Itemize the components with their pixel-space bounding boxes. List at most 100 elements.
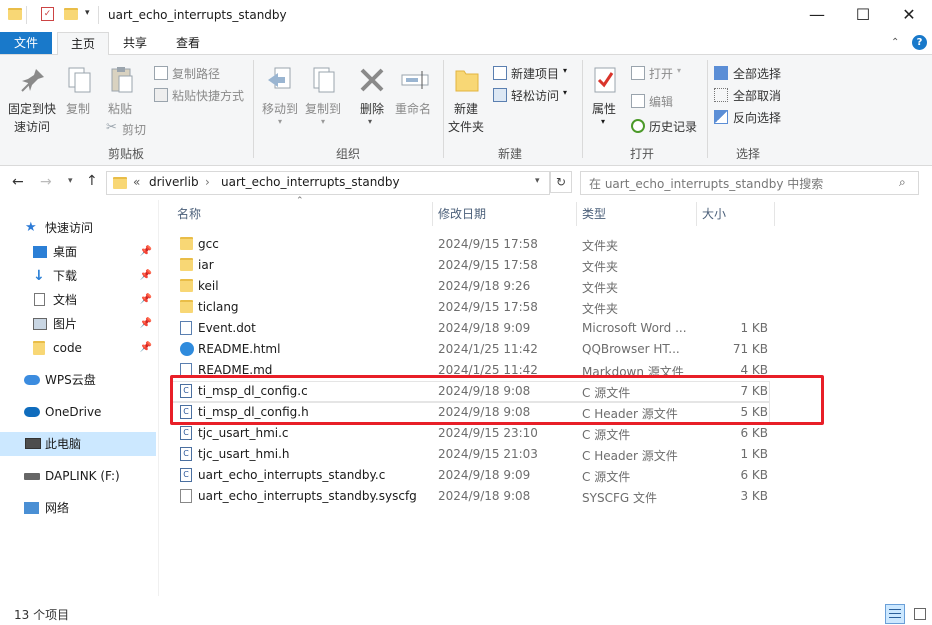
close-button[interactable]: ✕: [886, 0, 932, 32]
folder-icon: [33, 341, 45, 355]
computer-icon: [25, 438, 41, 449]
details-view-button[interactable]: [885, 604, 905, 624]
address-overflow[interactable]: «: [133, 175, 140, 189]
nav-pictures[interactable]: 图片 📌: [0, 312, 156, 336]
file-row[interactable]: Event.dot 2024/9/18 9:09 Microsoft Word ..…: [170, 318, 770, 339]
copy-button[interactable]: 复制: [60, 57, 100, 117]
forward-button[interactable]: →: [40, 174, 52, 190]
breadcrumb-driverlib[interactable]: driverlib: [149, 175, 199, 189]
nav-documents[interactable]: 文档 📌: [0, 288, 156, 312]
file-row[interactable]: Ctjc_usart_hmi.c 2024/9/15 23:10 C 源文件 6 KB: [170, 423, 770, 444]
new-folder-button[interactable]: 新建 文件夹: [446, 57, 488, 139]
breadcrumb-current[interactable]: uart_echo_interrupts_standby: [221, 175, 400, 189]
column-header-type[interactable]: 类型: [582, 205, 606, 222]
up-button[interactable]: ↑: [86, 173, 98, 189]
file-size: 1 KB: [740, 321, 768, 335]
file-row[interactable]: uart_echo_interrupts_standby.syscfg 2024/…: [170, 486, 770, 507]
nav-quick-access[interactable]: ★ 快速访问: [0, 216, 156, 240]
pin-icon[interactable]: 📌: [140, 288, 152, 312]
cloud-icon: [24, 375, 40, 385]
nav-network[interactable]: 网络: [0, 496, 156, 520]
move-to-label: 移动到: [262, 102, 299, 116]
file-row[interactable]: Ctjc_usart_hmi.h 2024/9/15 21:03 C Header …: [170, 444, 770, 465]
pin-to-quick-access-button[interactable]: 固定到快 速访问: [4, 57, 60, 139]
large-icons-view-button[interactable]: [910, 604, 930, 624]
nav-network-label: 网络: [45, 501, 70, 515]
file-name: README.html: [198, 342, 281, 356]
file-row[interactable]: iar 2024/9/15 17:58 文件夹: [170, 255, 770, 276]
recent-locations-button[interactable]: ▾: [68, 176, 73, 186]
ribbon-tabs: 文件 主页 共享 查看 ⌃ ?: [0, 32, 932, 56]
select-all-button[interactable]: 全部选择: [712, 64, 792, 82]
select-none-button[interactable]: 全部取消: [712, 86, 792, 104]
customize-quick-access-icon[interactable]: ▾: [85, 8, 90, 18]
tab-share[interactable]: 共享: [112, 32, 158, 54]
rename-icon: [401, 71, 429, 89]
back-button[interactable]: ←: [12, 174, 24, 190]
refresh-button[interactable]: ↻: [550, 171, 572, 193]
nav-daplink[interactable]: DAPLINK (F:): [0, 464, 156, 488]
properties-quick-icon[interactable]: ✓: [41, 7, 54, 21]
nav-onedrive[interactable]: OneDrive: [0, 400, 156, 424]
copy-to-button[interactable]: 复制到 ▾: [301, 57, 345, 126]
file-row[interactable]: keil 2024/9/18 9:26 文件夹: [170, 276, 770, 297]
column-header-name[interactable]: 名称: [177, 205, 201, 222]
new-folder-quick-icon[interactable]: [64, 8, 78, 20]
cut-button[interactable]: ✂ 剪切: [104, 120, 164, 138]
help-icon[interactable]: ?: [912, 35, 927, 50]
new-item-button[interactable]: 新建项目 ▾: [491, 64, 573, 82]
rename-button[interactable]: 重命名: [393, 57, 437, 117]
column-divider[interactable]: [432, 202, 433, 226]
search-input[interactable]: 在 uart_echo_interrupts_standby 中搜索 ⌕: [580, 171, 919, 195]
paste-shortcut-button[interactable]: 粘贴快捷方式: [152, 86, 252, 104]
file-name: tjc_usart_hmi.c: [198, 426, 289, 440]
column-header-date[interactable]: 修改日期: [438, 205, 486, 222]
paste-button[interactable]: 粘贴: [102, 57, 142, 117]
column-divider[interactable]: [774, 202, 775, 226]
pin-icon[interactable]: 📌: [140, 240, 152, 264]
column-header-size[interactable]: 大小: [702, 205, 726, 222]
pin-icon[interactable]: 📌: [140, 264, 152, 288]
move-to-button[interactable]: 移动到 ▾: [258, 57, 302, 126]
history-icon: [631, 119, 645, 133]
invert-selection-button[interactable]: 反向选择: [712, 108, 792, 126]
nav-wps-cloud[interactable]: WPS云盘: [0, 368, 156, 392]
nav-this-pc[interactable]: 此电脑: [0, 432, 156, 456]
copy-label: 复制: [66, 102, 91, 116]
history-button[interactable]: 历史记录: [629, 117, 709, 135]
file-row[interactable]: ticlang 2024/9/15 17:58 文件夹: [170, 297, 770, 318]
nav-code[interactable]: code 📌: [0, 336, 156, 360]
chevron-down-icon: ▾: [278, 117, 283, 126]
maximize-button[interactable]: ☐: [840, 0, 886, 32]
properties-button[interactable]: 属性 ▾: [586, 57, 624, 139]
file-row[interactable]: README.html 2024/1/25 11:42 QQBrowser HT..…: [170, 339, 770, 360]
nav-downloads[interactable]: ↓ 下载 📌: [0, 264, 156, 288]
column-divider[interactable]: [696, 202, 697, 226]
delete-button[interactable]: 删除 ▾: [354, 57, 390, 126]
minimize-button[interactable]: —: [794, 0, 840, 32]
group-label-clipboard: 剪贴板: [108, 147, 145, 161]
nav-desktop[interactable]: 桌面 📌: [0, 240, 156, 264]
tab-home[interactable]: 主页: [57, 32, 109, 56]
easy-access-button[interactable]: 轻松访问 ▾: [491, 86, 573, 104]
tab-file[interactable]: 文件: [0, 32, 52, 54]
file-row[interactable]: Cuart_echo_interrupts_standby.c 2024/9/18…: [170, 465, 770, 486]
pin-icon[interactable]: 📌: [140, 336, 152, 360]
file-date: 2024/9/15 17:58: [438, 237, 538, 251]
chevron-down-icon: ▾: [321, 117, 326, 126]
open-button[interactable]: 打开 ▾: [629, 64, 699, 82]
new-folder-label-2: 文件夹: [448, 120, 485, 134]
pin-icon[interactable]: 📌: [140, 312, 152, 336]
edit-button[interactable]: 编辑: [629, 92, 699, 110]
file-row[interactable]: gcc 2024/9/15 17:58 文件夹: [170, 234, 770, 255]
address-bar[interactable]: « driverlib › uart_echo_interrupts_stand…: [106, 171, 550, 195]
column-divider[interactable]: [576, 202, 577, 226]
file-name: Event.dot: [198, 321, 256, 335]
file-date: 2024/9/18 9:09: [438, 321, 531, 335]
paste-shortcut-label: 粘贴快捷方式: [172, 89, 245, 103]
tab-view[interactable]: 查看: [165, 32, 211, 54]
address-dropdown-icon[interactable]: ▾: [535, 176, 540, 186]
copy-path-button[interactable]: 复制路径: [152, 64, 252, 82]
collapse-ribbon-icon[interactable]: ⌃: [891, 37, 899, 48]
download-icon: ↓: [33, 268, 45, 284]
